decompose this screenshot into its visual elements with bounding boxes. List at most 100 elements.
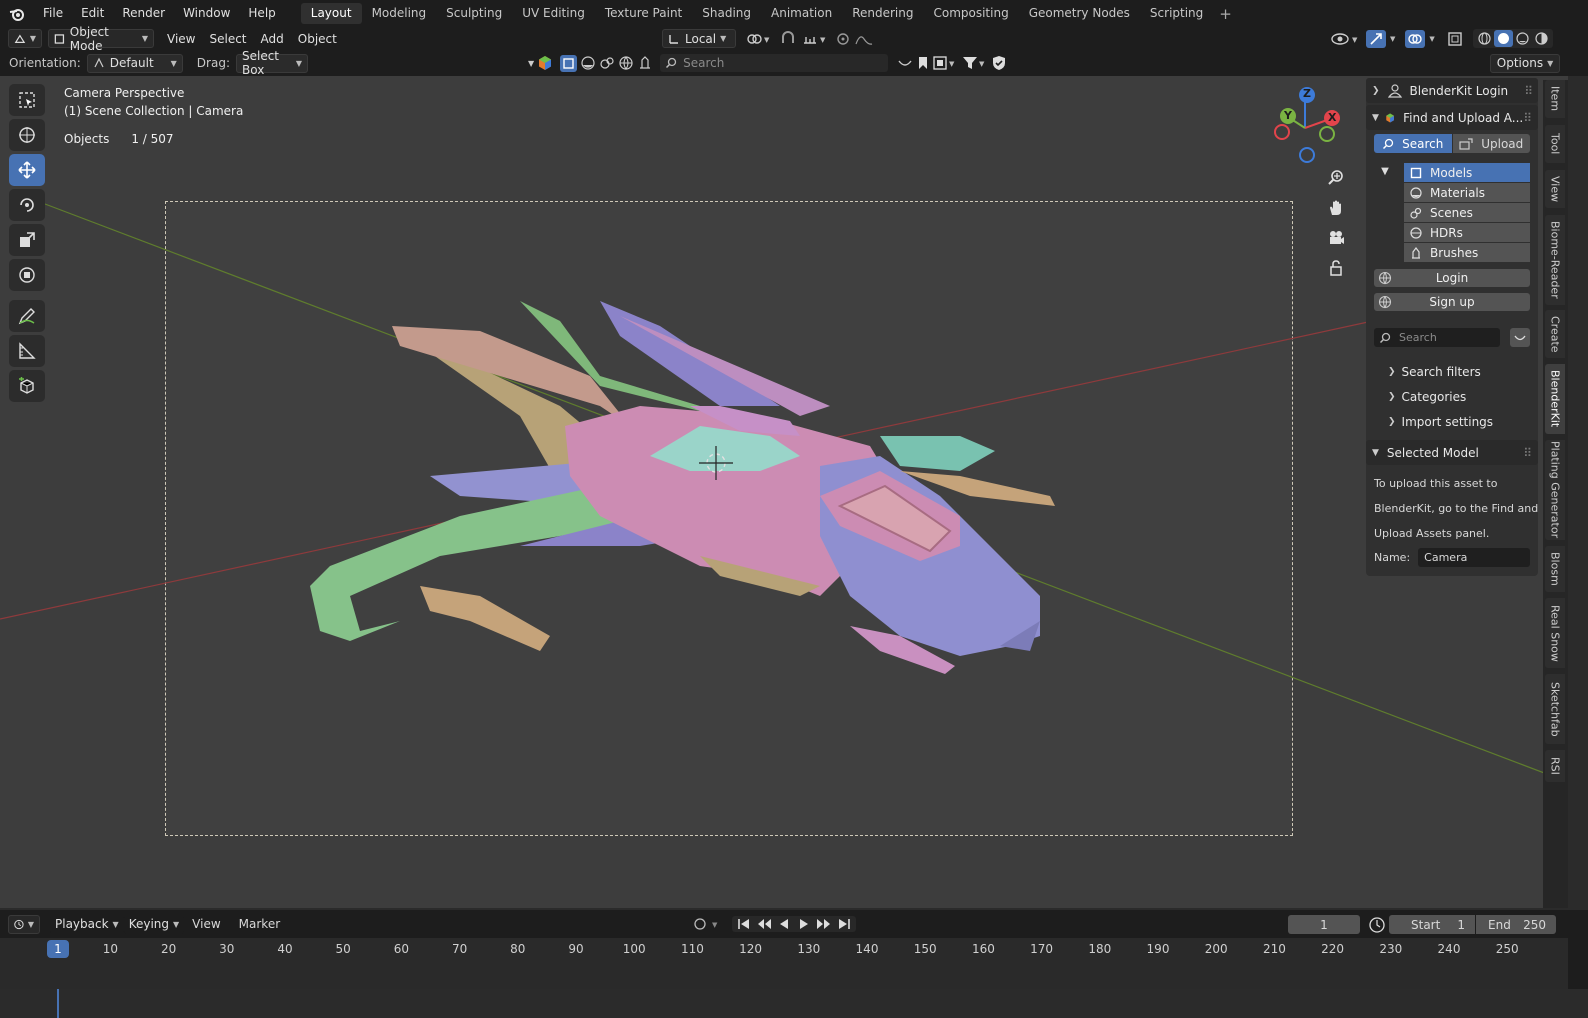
keyframe-track[interactable] xyxy=(0,960,1568,989)
cursor-tool[interactable] xyxy=(9,119,45,151)
brush-filter-icon[interactable] xyxy=(637,55,653,71)
link-icon[interactable]: ▼ xyxy=(746,31,774,47)
options-dropdown[interactable]: Options ▼ xyxy=(1490,53,1560,73)
menu-window[interactable]: Window xyxy=(174,0,239,27)
editor-type-dropdown[interactable]: ▼ xyxy=(8,29,42,48)
scale-tool[interactable] xyxy=(9,224,45,256)
gizmo-toggle-icon[interactable] xyxy=(1366,29,1386,48)
menu-edit[interactable]: Edit xyxy=(72,0,113,27)
heart-icon[interactable] xyxy=(897,55,913,71)
blenderkit-logo-icon[interactable] xyxy=(537,55,553,71)
end-frame-field[interactable]: End 250 xyxy=(1476,915,1556,934)
add-cube-tool[interactable] xyxy=(9,370,45,402)
drag-handle-icon[interactable]: ⠿ xyxy=(1523,111,1532,125)
sidebar-tab-blenderkit[interactable]: BlenderKit xyxy=(1545,364,1565,434)
zoom-icon[interactable] xyxy=(1322,164,1350,192)
tab-geometry-nodes[interactable]: Geometry Nodes xyxy=(1019,3,1140,24)
playback-menu[interactable]: Playback ▼ xyxy=(50,914,124,934)
tab-uv-editing[interactable]: UV Editing xyxy=(512,3,595,24)
tab-sculpting[interactable]: Sculpting xyxy=(436,3,512,24)
asset-type-collapse-icon[interactable]: ▼ xyxy=(1366,163,1404,263)
gizmo-x-label[interactable]: X xyxy=(1328,111,1336,124)
frame-ruler[interactable]: 10 20 30 40 50 60 70 80 90 100 110 120 130 140 150 160 1… xyxy=(0,938,1568,1018)
select-filter-icon[interactable] xyxy=(560,54,578,72)
menu-help[interactable]: Help xyxy=(239,0,284,27)
collapse-caret-icon[interactable]: ▼ xyxy=(528,59,534,68)
asset-type-brushes[interactable]: Brushes xyxy=(1404,243,1530,262)
select-box-tool[interactable] xyxy=(9,84,45,116)
transform-tool[interactable] xyxy=(9,259,45,291)
sidebar-tab-view[interactable]: View xyxy=(1545,170,1565,208)
drag-handle-icon[interactable]: ⠿ xyxy=(1524,84,1533,98)
gizmo-z-label[interactable]: Z xyxy=(1303,87,1311,100)
menu-object[interactable]: Object xyxy=(291,32,344,46)
jump-start-icon[interactable] xyxy=(735,916,753,932)
drag-handle-icon[interactable]: ⠿ xyxy=(1523,446,1532,460)
move-tool[interactable] xyxy=(9,154,45,186)
auto-key-icon[interactable]: ▼ xyxy=(692,916,722,932)
play-icon[interactable] xyxy=(795,916,813,932)
tab-shading[interactable]: Shading xyxy=(692,3,761,24)
sidebar-tab-item[interactable]: Item xyxy=(1545,80,1565,118)
tab-layout[interactable]: Layout xyxy=(300,3,362,24)
asset-type-materials[interactable]: Materials xyxy=(1404,183,1530,202)
blender-logo-icon[interactable] xyxy=(0,0,34,27)
visibility-eye-icon[interactable]: ▼ xyxy=(1330,30,1362,48)
sidebar-tab-create[interactable]: Create xyxy=(1545,310,1565,358)
overlays-icon[interactable] xyxy=(1405,29,1426,48)
shield-icon[interactable] xyxy=(991,55,1007,71)
snap-magnet-icon[interactable] xyxy=(780,30,796,47)
search-heart-button[interactable] xyxy=(1510,328,1530,347)
filter-funnel-icon[interactable]: ▼ xyxy=(962,55,988,71)
sidebar-tab-real-snow[interactable]: Real Snow xyxy=(1545,598,1565,668)
layout-toggle-icon[interactable]: ▼ xyxy=(933,55,959,71)
camera-view-icon[interactable] xyxy=(1322,224,1350,252)
selected-model-panel-header[interactable]: ▼ Selected Model ⠿ xyxy=(1366,440,1538,465)
tab-animation[interactable]: Animation xyxy=(761,3,842,24)
name-input[interactable]: Camera xyxy=(1418,548,1530,567)
tab-compositing[interactable]: Compositing xyxy=(923,3,1018,24)
proportional-edit-icon[interactable] xyxy=(836,31,876,47)
add-workspace-button[interactable]: + xyxy=(1213,5,1238,23)
menu-view[interactable]: View xyxy=(160,32,202,46)
tab-texture-paint[interactable]: Texture Paint xyxy=(595,3,692,24)
asset-search-input[interactable]: Search xyxy=(1374,328,1500,347)
tab-rendering[interactable]: Rendering xyxy=(842,3,923,24)
menu-file[interactable]: File xyxy=(34,0,72,27)
keying-menu[interactable]: Keying ▼ xyxy=(123,914,185,934)
rendered-shading-icon[interactable] xyxy=(1532,30,1551,47)
lock-camera-icon[interactable] xyxy=(1322,254,1350,282)
tab-modeling[interactable]: Modeling xyxy=(362,3,437,24)
measure-tool[interactable] xyxy=(9,335,45,367)
wireframe-shading-icon[interactable] xyxy=(1475,30,1494,47)
play-reverse-icon[interactable] xyxy=(775,916,793,932)
search-tab-button[interactable]: Search xyxy=(1374,134,1452,153)
xray-icon[interactable] xyxy=(1447,31,1463,47)
sidebar-tab-rsi[interactable]: RSI xyxy=(1545,750,1565,782)
login-button[interactable]: Login xyxy=(1374,269,1530,287)
jump-end-icon[interactable] xyxy=(835,916,853,932)
menu-render[interactable]: Render xyxy=(113,0,174,27)
sidebar-tab-sketchfab[interactable]: Sketchfab xyxy=(1545,674,1565,744)
preview-range-clock-icon[interactable] xyxy=(1368,916,1386,934)
search-filters-row[interactable]: ❯ Search filters xyxy=(1366,359,1538,384)
categories-row[interactable]: ❯ Categories xyxy=(1366,384,1538,409)
asset-type-scenes[interactable]: Scenes xyxy=(1404,203,1530,222)
orientation-dropdown[interactable]: Default ▼ xyxy=(86,53,183,73)
next-keyframe-icon[interactable] xyxy=(815,916,833,932)
prev-keyframe-icon[interactable] xyxy=(755,916,773,932)
mode-dropdown[interactable]: Object Mode ▼ xyxy=(48,25,154,53)
gizmo-caret-icon[interactable]: ▼ xyxy=(1390,35,1395,43)
world-filter-icon[interactable] xyxy=(618,55,634,71)
scene-filter-icon[interactable] xyxy=(599,55,615,71)
marker-menu[interactable]: Marker xyxy=(239,917,280,931)
drag-dropdown[interactable]: Select Box ▼ xyxy=(235,49,308,77)
overlays-caret-icon[interactable]: ▼ xyxy=(1429,35,1434,43)
outliner-search-input[interactable]: Search xyxy=(660,54,889,72)
material-shading-icon[interactable] xyxy=(1513,30,1532,47)
upload-tab-button[interactable]: Upload xyxy=(1452,134,1530,153)
timeline-editor-type-dropdown[interactable]: ▼ xyxy=(8,914,40,934)
bookmark-icon[interactable] xyxy=(916,55,930,71)
menu-select[interactable]: Select xyxy=(202,32,253,46)
solid-shading-icon[interactable] xyxy=(1493,30,1513,47)
